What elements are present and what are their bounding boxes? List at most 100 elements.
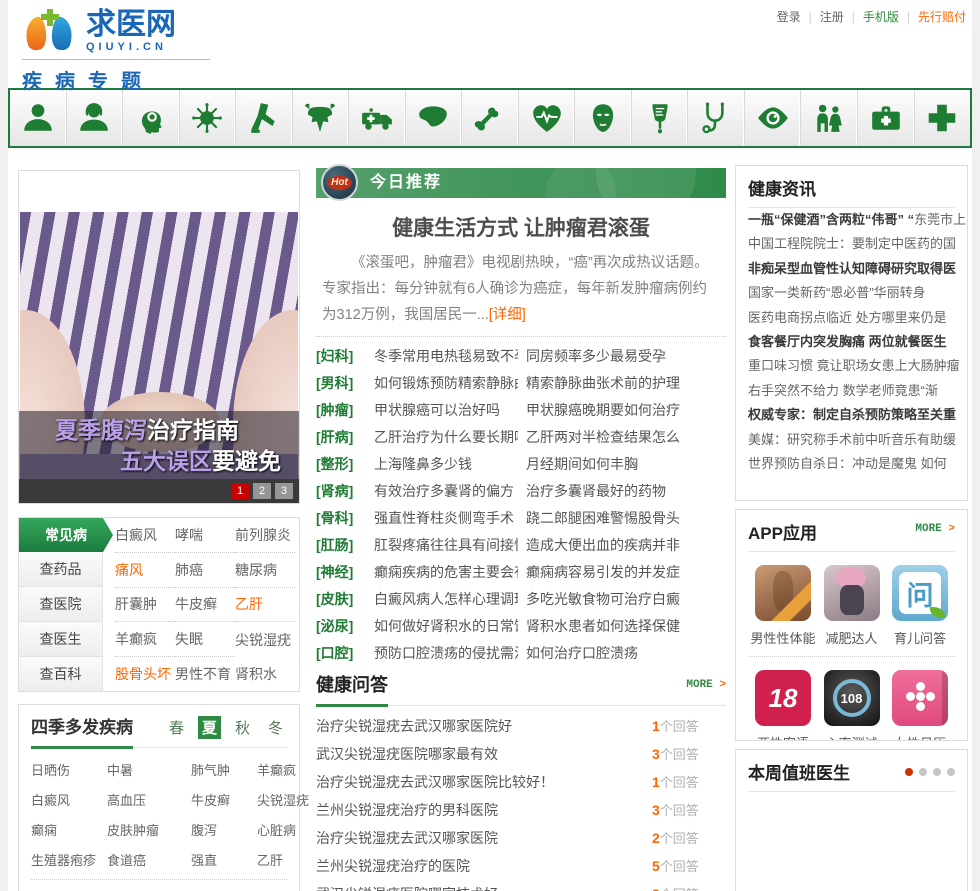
disease-link[interactable]: 肾积水 xyxy=(235,657,295,691)
news-link[interactable]: 预防口腔溃疡的侵扰需注 xyxy=(374,640,518,667)
news-link[interactable]: 白癜风病人怎样心理调理 xyxy=(374,586,518,613)
disease-link[interactable]: 食道癌 xyxy=(107,850,191,869)
news-link[interactable]: 一瓶“保健酒”含两粒“伟哥” “ xyxy=(748,212,914,227)
disease-link[interactable]: 哮喘 xyxy=(175,518,235,553)
disease-link[interactable]: 高血压 xyxy=(107,790,191,809)
season-tab[interactable]: 夏 xyxy=(197,715,221,739)
season-tab[interactable]: 秋 xyxy=(231,716,254,739)
article-title-link[interactable]: 健康生活方式 让肿瘤君滚蛋 xyxy=(316,212,726,242)
news-link[interactable]: 国家一类新药“恩必普”华丽转身 xyxy=(748,285,926,300)
disease-link[interactable]: 牛皮癣 xyxy=(175,588,235,623)
carousel-dot[interactable] xyxy=(905,767,913,776)
bone-joint-icon[interactable] xyxy=(462,90,519,146)
news-link[interactable]: 重口味习惯 竟让职场女患上大肠肿瘤 xyxy=(748,358,960,373)
department-link[interactable]: [肿瘤] xyxy=(316,397,374,424)
common-disease-tab[interactable]: 查百科 xyxy=(19,657,102,691)
iv-drip-icon[interactable] xyxy=(632,90,689,146)
ambulance-icon[interactable] xyxy=(349,90,406,146)
news-link[interactable]: 医药电商拐点临近 处方哪里来仍是 xyxy=(748,310,947,325)
carousel[interactable]: 夏季腹泻治疗指南 五大误区要避免 123 xyxy=(18,170,300,504)
first-aid-kit-icon[interactable] xyxy=(858,90,915,146)
disease-link[interactable]: 白癜风 xyxy=(31,790,107,809)
disease-link[interactable]: 糖尿病 xyxy=(235,553,295,588)
news-link[interactable]: 造成大便出血的疾病并非 xyxy=(526,532,726,559)
disease-link[interactable]: 肝囊肿 xyxy=(115,588,175,623)
disease-link[interactable]: 白癜风 xyxy=(115,518,175,553)
qa-more-link[interactable]: MORE > xyxy=(686,679,726,697)
department-link[interactable]: [妇科] xyxy=(316,343,374,370)
liver-icon[interactable] xyxy=(406,90,463,146)
app-heart-rate[interactable]: 108 心率测试 xyxy=(819,670,885,740)
news-link[interactable]: 权威专家：制定自杀预防策略至关重 xyxy=(748,407,956,422)
news-link[interactable]: 如何做好肾积水的日常饮 xyxy=(374,613,518,640)
common-disease-tab[interactable]: 查药品 xyxy=(19,552,102,587)
department-link[interactable]: [肛肠] xyxy=(316,532,374,559)
department-link[interactable]: [骨科] xyxy=(316,505,374,532)
news-link[interactable]: 世界预防自杀日：冲动是魔鬼 如何 xyxy=(748,456,947,471)
app-parenting-qa[interactable]: 问 育儿问答 xyxy=(887,565,953,647)
disease-link[interactable]: 癫痫 xyxy=(31,820,107,839)
disease-link[interactable]: 牛皮癣 xyxy=(191,790,257,809)
common-disease-tab[interactable]: 查医生 xyxy=(19,622,102,657)
department-link[interactable]: [肝病] xyxy=(316,424,374,451)
app-female-calendar[interactable]: 女性日历 xyxy=(887,670,953,740)
family-icon[interactable] xyxy=(801,90,858,146)
news-link[interactable]: 中国工程院院士：要制定中医药的国 xyxy=(748,236,956,251)
disease-link[interactable]: 心脏病 xyxy=(257,820,309,839)
register-link[interactable]: 注册 xyxy=(820,10,844,24)
patient-female-icon[interactable] xyxy=(67,90,124,146)
department-link[interactable]: [肾病] xyxy=(316,478,374,505)
news-link[interactable]: 如何治疗口腔溃疡 xyxy=(526,640,726,667)
news-link[interactable]: 食客餐厅内突发胸痛 两位就餐医生 xyxy=(748,334,947,349)
department-link[interactable]: [皮肤] xyxy=(316,586,374,613)
carousel-page-button[interactable]: 1 xyxy=(231,483,249,499)
news-link[interactable]: 肛裂疼痛往往具有间接性 xyxy=(374,532,518,559)
app-male-fitness[interactable]: 男性性体能 xyxy=(750,565,816,647)
season-tab[interactable]: 春 xyxy=(165,716,188,739)
question-link[interactable]: 治疗尖锐湿疣去武汉哪家医院比较好！ xyxy=(316,768,652,796)
disease-link[interactable]: 前列腺炎 xyxy=(235,518,295,553)
news-link[interactable]: 精索静脉曲张术前的护理 xyxy=(526,370,726,397)
news-link[interactable]: 非痴呆型血管性认知障碍研究取得医 xyxy=(748,261,956,276)
department-link[interactable]: [神经] xyxy=(316,559,374,586)
department-link[interactable]: [泌尿] xyxy=(316,613,374,640)
disease-link[interactable]: 皮肤肿瘤 xyxy=(107,820,191,839)
carousel-dot[interactable] xyxy=(947,767,955,776)
question-link[interactable]: 兰州尖锐湿疣治疗的医院 xyxy=(316,852,652,880)
disease-link[interactable]: 中暑 xyxy=(107,760,191,779)
news-link[interactable]: 上海隆鼻多少钱 xyxy=(374,451,518,478)
disease-link[interactable]: 痛风 xyxy=(115,553,175,588)
disease-link[interactable]: 羊癫疯 xyxy=(115,622,175,658)
eye-icon[interactable] xyxy=(745,90,802,146)
cardiology-heart-icon[interactable] xyxy=(519,90,576,146)
disease-link[interactable]: 乙肝 xyxy=(235,588,295,623)
department-link[interactable]: [整形] xyxy=(316,451,374,478)
site-logo-link[interactable]: 求医网 QIUYI.CN xyxy=(20,8,210,54)
carousel-page-button[interactable]: 3 xyxy=(275,483,293,499)
animal-head-icon[interactable] xyxy=(293,90,350,146)
disease-link[interactable]: 乙肝 xyxy=(257,850,309,869)
news-link[interactable]: 右手突然不给力 数学老师竟患“渐 xyxy=(748,383,938,398)
disease-link[interactable]: 尖锐湿疣 xyxy=(257,790,309,809)
mental-health-icon[interactable] xyxy=(123,90,180,146)
news-link[interactable]: 东莞市上半年群众医药费“减负”近3 xyxy=(914,212,967,227)
carousel-caption[interactable]: 夏季腹泻治疗指南 五大误区要避免 xyxy=(19,411,299,479)
news-link[interactable]: 强直性脊柱炎侧弯手术 xyxy=(374,505,518,532)
news-link[interactable]: 有效治疗多囊肾的偏方 xyxy=(374,478,518,505)
disease-link[interactable]: 强直 xyxy=(191,850,257,869)
news-link[interactable]: 癫痫病容易引发的并发症 xyxy=(526,559,726,586)
patient-male-icon[interactable] xyxy=(10,90,67,146)
news-link[interactable]: 甲状腺癌可以治好吗 xyxy=(374,397,518,424)
news-link[interactable]: 月经期间如何丰胸 xyxy=(526,451,726,478)
stethoscope-icon[interactable] xyxy=(688,90,745,146)
common-disease-tab[interactable]: 查医院 xyxy=(19,587,102,622)
carousel-dot[interactable] xyxy=(919,767,927,776)
app-more-link[interactable]: MORE > xyxy=(915,523,955,541)
login-link[interactable]: 登录 xyxy=(777,10,801,24)
app-couples-whisper[interactable]: 18 两性密语 xyxy=(750,670,816,740)
mobile-version-link[interactable]: 手机版 xyxy=(863,10,899,24)
app-weight-loss[interactable]: 减肥达人 xyxy=(819,565,885,647)
question-link[interactable]: 兰州尖锐湿疣治疗的男科医院 xyxy=(316,796,652,824)
disease-link[interactable]: 羊癫疯 xyxy=(257,760,309,779)
news-link[interactable]: 肾积水患者如何选择保健 xyxy=(526,613,726,640)
